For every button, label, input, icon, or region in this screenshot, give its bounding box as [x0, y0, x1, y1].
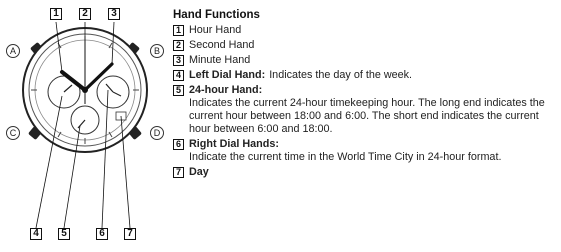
item-label: Hour Hand: [189, 24, 242, 36]
callout-7: 7: [124, 228, 136, 240]
item-description: Indicate the current time in the World T…: [189, 151, 502, 163]
item-number: 2: [173, 40, 184, 51]
item-label: Left Dial Hand:: [189, 69, 266, 81]
item-label: Day: [189, 166, 209, 178]
list-item-minute-hand: 3 Minute Hand: [173, 54, 557, 67]
button-c-label: C: [6, 126, 20, 140]
section-title: Hand Functions: [173, 9, 260, 21]
button-d-label: D: [150, 126, 164, 140]
button-a-label: A: [6, 44, 20, 58]
item-label: Minute Hand: [189, 54, 251, 66]
item-label: Right Dial Hands:: [189, 138, 279, 150]
list-item-left-dial-hand: 4 Left Dial Hand: Indicates the day of t…: [173, 69, 557, 82]
button-b-label: B: [150, 44, 164, 58]
item-label: Second Hand: [189, 39, 255, 51]
list-item-24-hour-hand: 5 24-hour Hand: Indicates the current 24…: [173, 84, 557, 136]
callout-1: 1: [50, 8, 62, 20]
list-item-hour-hand: 1 Hour Hand: [173, 24, 557, 37]
item-number: 1: [173, 25, 184, 36]
item-description: Indicates the current 24-hour timekeepin…: [189, 97, 545, 135]
item-description: Indicates the day of the week.: [269, 69, 413, 81]
callout-3: 3: [108, 8, 120, 20]
item-number: 6: [173, 139, 184, 150]
list-item-right-dial-hands: 6 Right Dial Hands: Indicate the current…: [173, 138, 557, 164]
list-item-second-hand: 2 Second Hand: [173, 39, 557, 52]
callout-5: 5: [58, 228, 70, 240]
callout-6: 6: [96, 228, 108, 240]
callout-4: 4: [30, 228, 42, 240]
item-number: 7: [173, 167, 184, 178]
item-label: 24-hour Hand:: [189, 84, 263, 96]
hand-functions-section: Hand Functions 1 Hour Hand 2 Second Hand…: [173, 8, 557, 181]
watch-illustration: [22, 21, 148, 229]
list-item-day: 7 Day: [173, 166, 557, 179]
watch-diagram: 1 2 3 4 5 6 7 A B C D: [0, 0, 165, 252]
callout-2: 2: [79, 8, 91, 20]
item-number: 3: [173, 55, 184, 66]
item-number: 5: [173, 85, 184, 96]
item-number: 4: [173, 70, 184, 81]
